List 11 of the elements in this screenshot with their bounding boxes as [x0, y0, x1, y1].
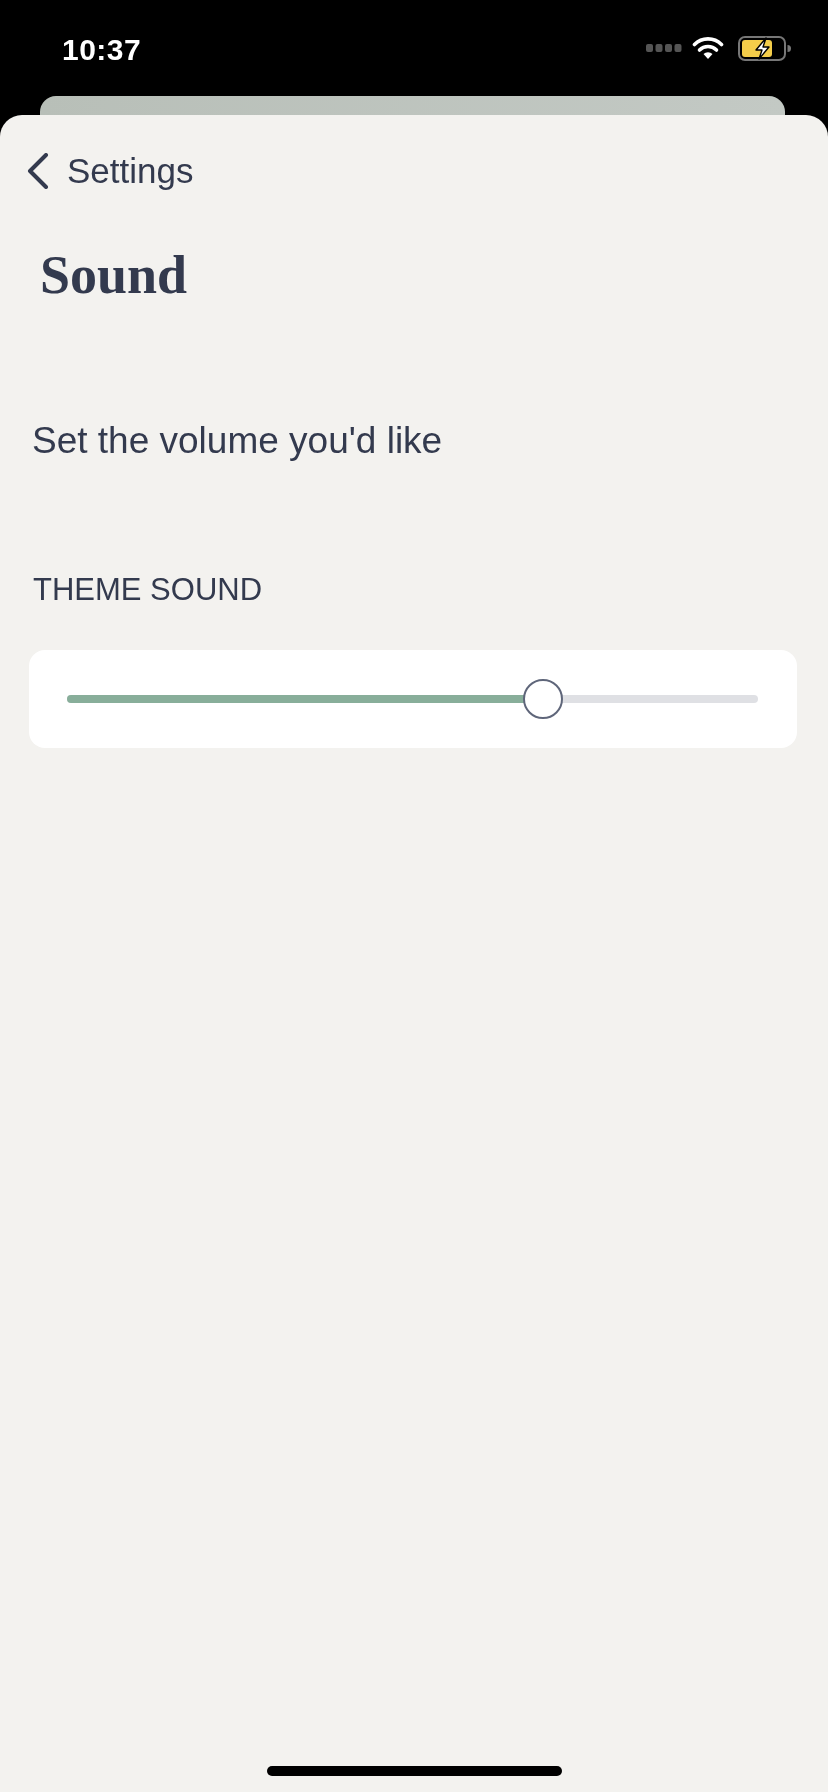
volume-slider-track[interactable]	[67, 679, 758, 720]
slider-thumb[interactable]	[522, 679, 563, 720]
status-time: 10:37	[62, 31, 142, 68]
wifi-icon	[692, 37, 724, 59]
page-title: Sound	[40, 244, 188, 307]
section-label: THEME SOUND	[33, 571, 263, 609]
cellular-signal-icon	[646, 44, 682, 52]
battery-charging-icon	[738, 35, 791, 61]
chevron-left-icon	[26, 153, 50, 189]
back-button[interactable]: Settings	[0, 145, 194, 197]
prompt-text: Set the volume you'd like	[32, 418, 443, 463]
